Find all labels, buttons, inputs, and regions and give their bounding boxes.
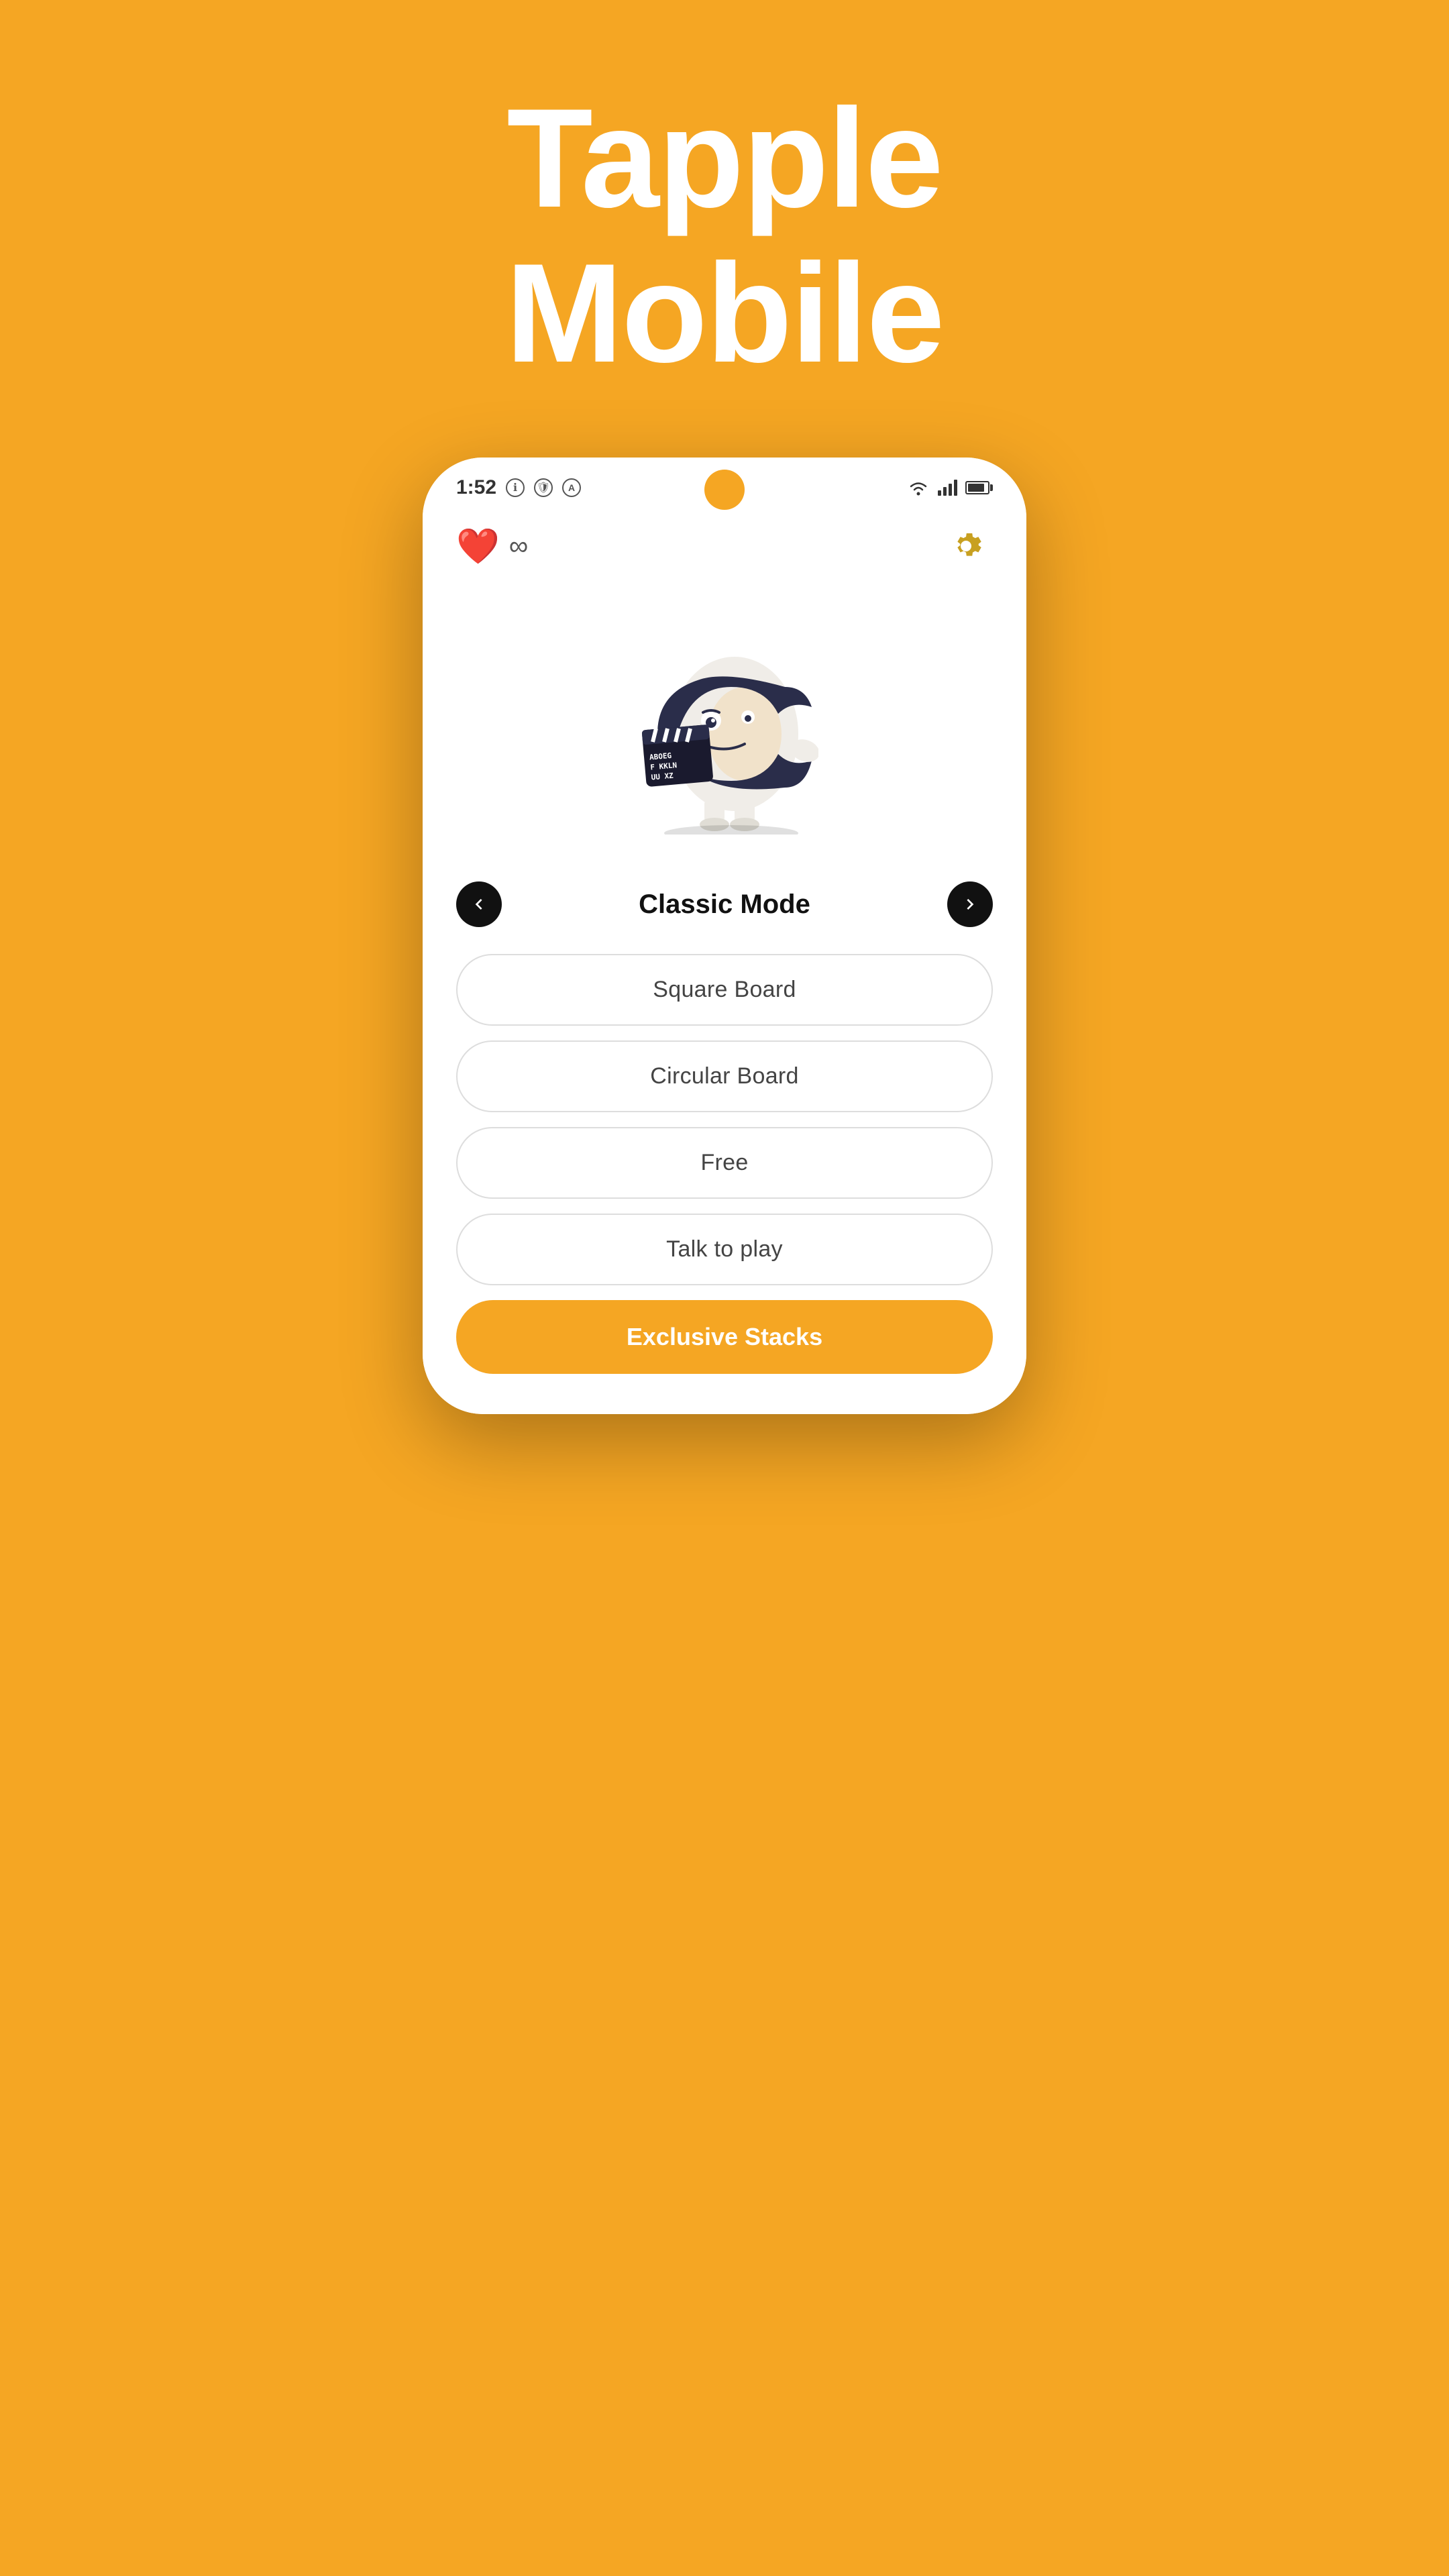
- title-line2: Mobile: [506, 234, 944, 392]
- mode-selector: Classic Mode: [423, 868, 1026, 947]
- square-board-button[interactable]: Square Board: [456, 954, 993, 1026]
- status-left: 1:52 ℹ 🛡 A: [456, 476, 581, 499]
- free-button[interactable]: Free: [456, 1127, 993, 1199]
- wifi-icon: [907, 478, 930, 497]
- top-bar: ❤️ ∞: [423, 506, 1026, 580]
- status-right: [907, 478, 993, 497]
- heart-container: ❤️ ∞: [456, 526, 528, 567]
- mascot-image: ABOEG F KKLN UU XZ: [610, 620, 839, 848]
- talk-to-play-button[interactable]: Talk to play: [456, 1214, 993, 1285]
- status-a-icon: A: [562, 478, 581, 497]
- settings-button[interactable]: [939, 519, 993, 573]
- notch: [704, 470, 745, 510]
- heart-icon: ❤️: [456, 526, 500, 567]
- signal-icon: [938, 480, 957, 496]
- next-mode-button[interactable]: [947, 881, 993, 927]
- app-title: Tapple Mobile: [506, 80, 944, 390]
- mascot-area: ABOEG F KKLN UU XZ: [423, 580, 1026, 868]
- buttons-area: Square Board Circular Board Free Talk to…: [423, 947, 1026, 1414]
- mode-title: Classic Mode: [529, 890, 920, 920]
- prev-mode-button[interactable]: [456, 881, 502, 927]
- infinity-icon: ∞: [509, 531, 529, 561]
- status-time: 1:52: [456, 476, 496, 499]
- status-bar: 1:52 ℹ 🛡 A: [423, 458, 1026, 506]
- gear-icon: [945, 525, 987, 568]
- status-shield-icon: 🛡: [534, 478, 553, 497]
- title-line1: Tapple: [506, 79, 942, 237]
- battery-icon: [965, 481, 993, 494]
- status-info-icon: ℹ: [506, 478, 525, 497]
- phone-frame: 1:52 ℹ 🛡 A ❤️: [423, 458, 1026, 1414]
- circular-board-button[interactable]: Circular Board: [456, 1040, 993, 1112]
- exclusive-stacks-button[interactable]: Exclusive Stacks: [456, 1300, 993, 1374]
